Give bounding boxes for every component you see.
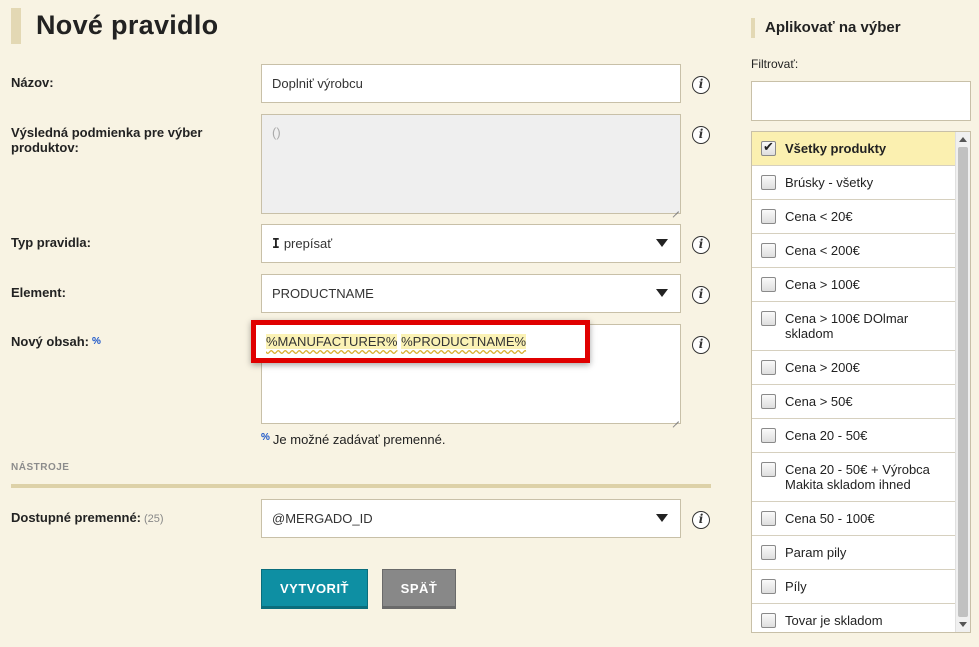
selection-list-items: Všetky produkty Brúsky - všetky Cena < 20€… [752,132,956,632]
new-content-value: %MANUFACTURER% %PRODUCTNAME% [266,334,527,349]
condition-value: () [272,125,281,140]
create-button[interactable]: VYTVORIŤ [261,569,368,609]
rule-type-value: prepísať [283,236,333,251]
checkbox-icon[interactable] [761,394,776,409]
list-item[interactable]: Cena > 200€ [752,351,956,385]
checkbox-icon[interactable] [761,360,776,375]
list-item-label: Cena > 100€ DOlmar skladom [785,311,909,341]
list-item-label: Cena 20 - 50€ + Výrobca Makita skladom i… [785,462,930,492]
dropdown-arrow-icon [656,514,668,522]
text-cursor-icon: I [272,237,280,252]
list-item[interactable]: Cena > 50€ [752,385,956,419]
list-item[interactable]: Cena 50 - 100€ [752,502,956,536]
list-item[interactable]: Cena > 100€ DOlmar skladom [752,302,956,351]
dropdown-arrow-icon [656,289,668,297]
rule-type-label: Typ pravidla: [11,235,91,250]
filter-input[interactable] [751,81,971,121]
list-item-label: Cena 20 - 50€ [785,428,868,443]
list-item-label: Píly [785,579,807,594]
name-label: Názov: [11,75,54,90]
list-item-label: Cena > 200€ [785,360,860,375]
name-info-icon[interactable]: i [692,76,710,94]
list-item[interactable]: Cena < 200€ [752,234,956,268]
scroll-thumb[interactable] [958,147,968,617]
checkbox-icon[interactable] [761,243,776,258]
panel-accent-bar [751,18,755,38]
list-item[interactable]: Brúsky - všetky [752,166,956,200]
variables-select[interactable]: @MERGADO_ID [261,499,681,538]
list-item[interactable]: Všetky produkty [752,132,956,166]
variable-token: %PRODUCTNAME% [401,334,527,349]
list-item-label: Param pily [785,545,847,560]
list-item[interactable]: Cena 20 - 50€ + Výrobca Makita skladom i… [752,453,956,502]
variables-label-text: Dostupné premenné: [11,510,142,525]
new-content-label-text: Nový obsah: [11,334,90,349]
list-item-label: Cena > 100€ [785,277,860,292]
checkbox-icon[interactable] [761,579,776,594]
name-input[interactable]: Doplniť výrobcu [261,64,681,103]
list-item[interactable]: Cena 20 - 50€ [752,419,956,453]
condition-label: Výsledná podmienka pre výber produktov: [11,125,203,155]
checkbox-checked-icon[interactable] [761,140,776,156]
hint-text: Je možné zadávať premenné. [272,432,446,447]
filter-label: Filtrovať: [751,57,799,71]
list-item-label: Všetky produkty [785,141,887,156]
variables-count: (25) [144,513,164,525]
rule-type-info-icon[interactable]: i [692,236,710,254]
checkbox-icon[interactable] [761,613,776,628]
variables-info-icon[interactable]: i [692,511,710,529]
list-item[interactable]: Tovar je skladom [752,604,956,632]
resize-handle-icon[interactable] [671,414,679,422]
list-item[interactable]: Cena < 20€ [752,200,956,234]
list-item-label: Cena < 200€ [785,243,860,258]
scroll-up-icon[interactable] [959,137,967,142]
condition-info-icon[interactable]: i [692,126,710,144]
section-label-tools: NÁSTROJE [11,462,70,473]
checkbox-icon[interactable] [761,462,776,477]
section-divider [11,484,711,488]
checkbox-icon[interactable] [761,511,776,526]
page-title: Nové pravidlo [36,10,219,40]
list-item-label: Tovar je skladom [785,613,883,628]
rule-type-select[interactable]: Iprepísať [261,224,681,263]
checkbox-icon[interactable] [761,311,776,326]
list-item[interactable]: Píly [752,570,956,604]
list-item[interactable]: Param pily [752,536,956,570]
panel-title: Aplikovať na výber [765,19,901,36]
new-content-info-icon[interactable]: i [692,336,710,354]
list-item-label: Cena 50 - 100€ [785,511,875,526]
dropdown-arrow-icon [656,239,668,247]
variables-value: @MERGADO_ID [272,511,373,526]
variable-token: %MANUFACTURER% [266,334,398,349]
checkbox-icon[interactable] [761,428,776,443]
checkbox-icon[interactable] [761,175,776,190]
checkbox-icon[interactable] [761,545,776,560]
element-value: PRODUCTNAME [272,286,374,301]
list-scrollbar[interactable] [955,132,970,632]
variable-marker: % [92,336,101,347]
new-content-label: Nový obsah:% [11,334,101,349]
back-button[interactable]: SPÄŤ [382,569,456,609]
element-label: Element: [11,285,66,300]
title-accent-bar [11,8,21,44]
checkbox-icon[interactable] [761,209,776,224]
list-item-label: Cena > 50€ [785,394,853,409]
variable-marker: % [261,432,270,443]
condition-textarea[interactable]: () [261,114,681,214]
list-item-label: Brúsky - všetky [785,175,874,190]
checkbox-icon[interactable] [761,277,776,292]
selection-list[interactable]: Všetky produkty Brúsky - všetky Cena < 20€… [751,131,971,633]
resize-handle-icon[interactable] [671,204,679,212]
element-info-icon[interactable]: i [692,286,710,304]
element-select[interactable]: PRODUCTNAME [261,274,681,313]
list-item[interactable]: Cena > 100€ [752,268,956,302]
scroll-down-icon[interactable] [959,622,967,627]
variables-label: Dostupné premenné: (25) [11,510,164,527]
variables-hint: % Je možné zadávať premenné. [261,432,445,447]
list-item-label: Cena < 20€ [785,209,853,224]
